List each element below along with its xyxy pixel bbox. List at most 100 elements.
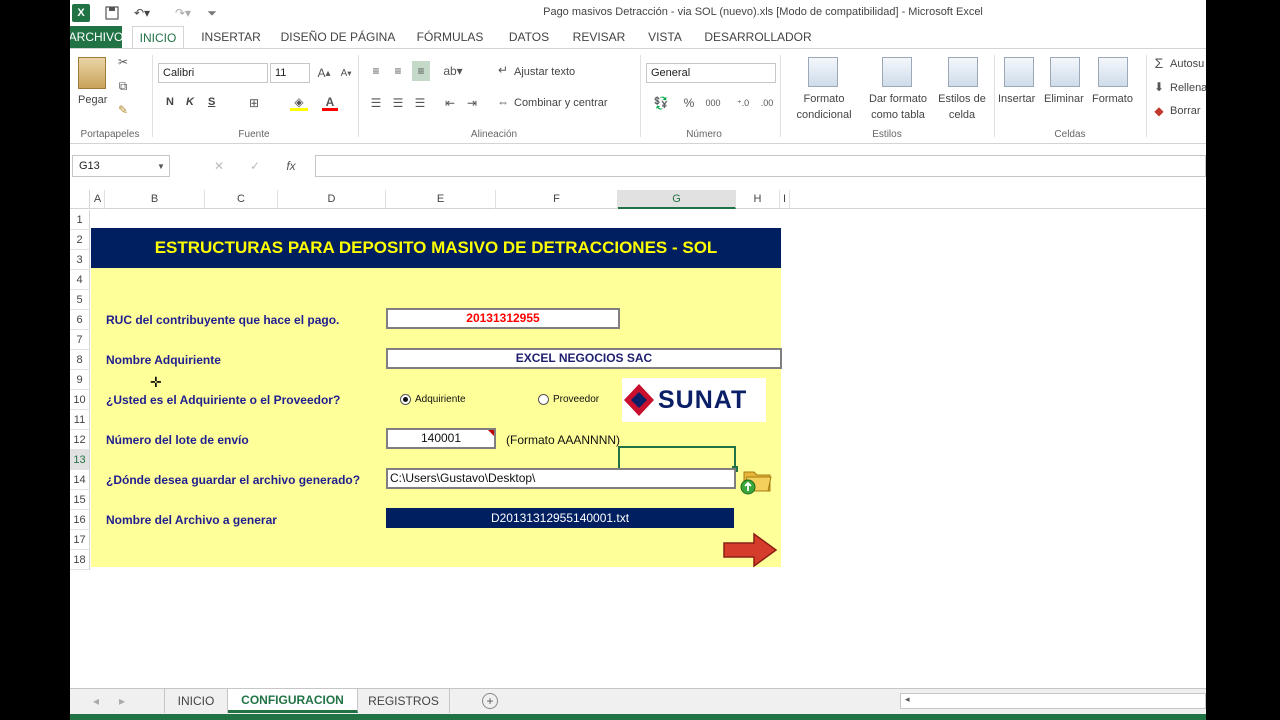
- format-as-table-button-line1[interactable]: Dar formato: [860, 93, 936, 105]
- delete-cells-icon[interactable]: [1050, 57, 1080, 87]
- format-as-table-icon[interactable]: [882, 57, 912, 87]
- tab-inicio[interactable]: INICIO: [132, 26, 184, 48]
- ruta-input[interactable]: C:\Users\Gustavo\Desktop\: [386, 468, 736, 489]
- tab-desarrollador[interactable]: DESARROLLADOR: [698, 26, 818, 48]
- column-header-i[interactable]: I: [780, 190, 790, 209]
- row-header-13[interactable]: 13: [70, 450, 90, 470]
- formula-input[interactable]: [315, 155, 1206, 177]
- clear-icon[interactable]: ◆: [1152, 103, 1166, 119]
- column-header-e[interactable]: E: [386, 190, 496, 209]
- insert-cells-button[interactable]: Insertar: [998, 93, 1035, 105]
- cell-styles-icon[interactable]: [948, 57, 978, 87]
- align-bottom-icon[interactable]: ≡: [412, 61, 430, 81]
- delete-cells-button[interactable]: Eliminar: [1044, 93, 1084, 105]
- insert-function-icon[interactable]: fx: [282, 159, 300, 173]
- tab-formulas[interactable]: FÓRMULAS: [408, 26, 492, 48]
- insert-cells-icon[interactable]: [1004, 57, 1034, 87]
- bold-button[interactable]: N: [166, 96, 174, 108]
- lote-input[interactable]: 140001: [386, 428, 496, 449]
- cell-styles-button-line2[interactable]: celda: [932, 109, 992, 121]
- horizontal-scrollbar[interactable]: ◂: [900, 693, 1206, 709]
- row-header-18[interactable]: 18: [70, 550, 90, 570]
- align-center-icon[interactable]: ☰: [390, 95, 406, 111]
- align-top-icon[interactable]: ≡: [368, 63, 384, 79]
- row-header-17[interactable]: 17: [70, 530, 90, 550]
- decrease-indent-icon[interactable]: ⇤: [442, 95, 458, 111]
- row-header-14[interactable]: 14: [70, 470, 90, 490]
- wrap-text-button[interactable]: Ajustar texto: [514, 66, 575, 78]
- font-size-select[interactable]: 11: [270, 63, 310, 83]
- cut-icon[interactable]: ✂: [116, 55, 130, 69]
- row-header-5[interactable]: 5: [70, 290, 90, 310]
- column-header-a[interactable]: A: [91, 190, 105, 209]
- copy-icon[interactable]: ⧉: [116, 79, 130, 93]
- increase-font-icon[interactable]: A ▴: [316, 65, 332, 81]
- wrap-text-icon[interactable]: ↵: [496, 63, 510, 77]
- autosum-button[interactable]: Autosu: [1170, 58, 1204, 70]
- fill-button[interactable]: Rellena: [1170, 82, 1206, 94]
- merge-center-icon[interactable]: ⇔: [496, 95, 510, 109]
- comma-style-icon[interactable]: 000: [704, 95, 722, 111]
- align-middle-icon[interactable]: ≡: [390, 63, 406, 79]
- sheet-tab-configuracion[interactable]: CONFIGURACION: [228, 689, 358, 713]
- align-right-icon[interactable]: ☰: [412, 95, 428, 111]
- cell-styles-button-line1[interactable]: Estilos de: [932, 93, 992, 105]
- orientation-icon[interactable]: ab▾: [443, 63, 462, 79]
- column-header-f[interactable]: F: [496, 190, 618, 209]
- row-header-6[interactable]: 6: [70, 310, 90, 330]
- ruc-input[interactable]: 20131312955: [386, 308, 620, 329]
- format-as-table-button-line2[interactable]: como tabla: [860, 109, 936, 121]
- format-cells-icon[interactable]: [1098, 57, 1128, 87]
- merge-center-button[interactable]: Combinar y centrar: [514, 97, 608, 109]
- fill-icon[interactable]: ⬇: [1152, 79, 1166, 95]
- scrollbar-left-arrow-icon[interactable]: ◂: [905, 694, 910, 705]
- row-header-2[interactable]: 2: [70, 230, 90, 250]
- decrease-decimal-icon[interactable]: .00: [758, 95, 776, 111]
- tab-diseno-pagina[interactable]: DISEÑO DE PÁGINA: [278, 26, 398, 48]
- radio-adquiriente[interactable]: Adquiriente: [400, 394, 466, 405]
- underline-button[interactable]: S: [208, 96, 215, 108]
- clear-button[interactable]: Borrar: [1170, 105, 1201, 117]
- fill-color-icon[interactable]: ◈: [290, 95, 308, 111]
- row-header-15[interactable]: 15: [70, 490, 90, 510]
- add-sheet-icon[interactable]: +: [482, 693, 498, 709]
- percent-icon[interactable]: %: [682, 95, 696, 111]
- radio-proveedor[interactable]: Proveedor: [538, 394, 599, 405]
- row-header-11[interactable]: 11: [70, 410, 90, 430]
- tab-insertar[interactable]: INSERTAR: [194, 26, 268, 48]
- format-cells-button[interactable]: Formato: [1092, 93, 1133, 105]
- name-box-dropdown-icon[interactable]: ▼: [156, 160, 166, 172]
- row-header-12[interactable]: 12: [70, 430, 90, 450]
- align-left-icon[interactable]: ☰: [368, 95, 384, 111]
- number-format-select[interactable]: General: [646, 63, 776, 83]
- conditional-format-button-line2[interactable]: condicional: [786, 109, 862, 121]
- row-header-4[interactable]: 4: [70, 270, 90, 290]
- row-header-10[interactable]: 10: [70, 390, 90, 410]
- row-header-3[interactable]: 3: [70, 250, 90, 270]
- cancel-edit-icon[interactable]: ✕: [212, 159, 226, 173]
- tab-datos[interactable]: DATOS: [502, 26, 556, 48]
- row-header-8[interactable]: 8: [70, 350, 90, 370]
- increase-decimal-icon[interactable]: ⁺.0: [734, 95, 752, 111]
- format-painter-icon[interactable]: ✎: [116, 103, 130, 117]
- nombre-adquiriente-input[interactable]: EXCEL NEGOCIOS SAC: [386, 348, 782, 369]
- paste-icon[interactable]: [78, 57, 106, 89]
- font-name-select[interactable]: Calibri: [158, 63, 268, 83]
- selected-cell-g13[interactable]: [618, 446, 736, 470]
- row-header-1[interactable]: 1: [70, 210, 90, 230]
- autosum-icon[interactable]: Σ: [1152, 55, 1166, 71]
- column-header-d[interactable]: D: [278, 190, 386, 209]
- paste-button[interactable]: Pegar: [78, 94, 107, 106]
- row-header-7[interactable]: 7: [70, 330, 90, 350]
- column-header-b[interactable]: B: [105, 190, 205, 209]
- scroll-left-icon[interactable]: ◂: [90, 694, 102, 708]
- row-header-9[interactable]: 9: [70, 370, 90, 390]
- column-header-g[interactable]: G: [618, 190, 736, 209]
- confirm-edit-icon[interactable]: ✓: [248, 159, 262, 173]
- conditional-format-icon[interactable]: [808, 57, 838, 87]
- tab-vista[interactable]: VISTA: [642, 26, 688, 48]
- font-color-icon[interactable]: A: [322, 95, 338, 111]
- sheet-tab-registros[interactable]: REGISTROS: [358, 689, 450, 713]
- italic-button[interactable]: K: [186, 96, 194, 108]
- accounting-format-icon[interactable]: 💱: [650, 95, 672, 111]
